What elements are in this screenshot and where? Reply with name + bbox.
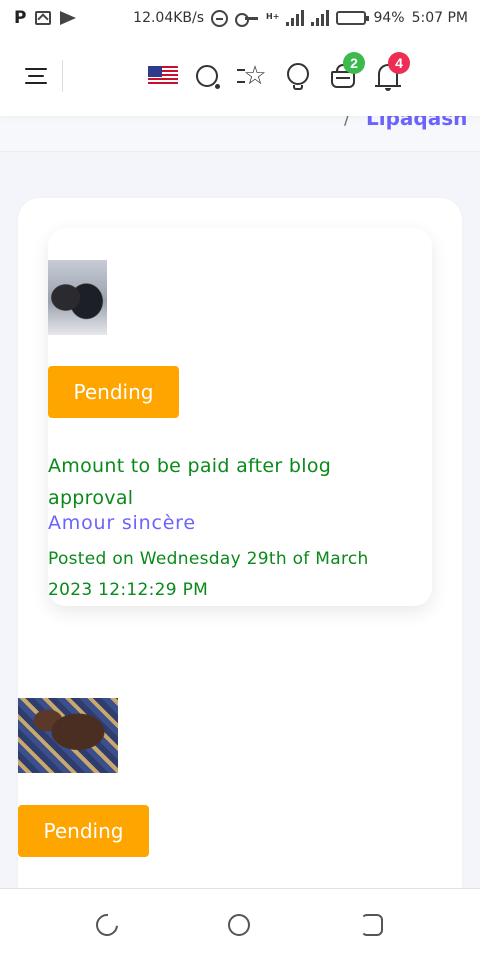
recent-apps-icon[interactable] xyxy=(91,909,123,941)
bulb-icon[interactable] xyxy=(282,60,314,92)
us-flag-icon[interactable] xyxy=(148,66,178,86)
do-not-disturb-icon xyxy=(211,9,229,27)
telegram-icon xyxy=(60,11,77,25)
parking-app-icon: P xyxy=(14,8,27,28)
bell-icon[interactable]: 4 xyxy=(372,52,410,92)
header-divider xyxy=(62,60,63,92)
cart-badge: 2 xyxy=(343,52,365,74)
battery-icon xyxy=(336,11,370,25)
vpn-key-icon xyxy=(235,13,259,27)
posted-date: Posted on Wednesday 29th of March 2023 1… xyxy=(48,549,369,600)
status-bar: P 12.04KB/s H+ 94% 5:07 PM xyxy=(0,0,480,36)
home-icon[interactable] xyxy=(228,914,250,936)
signal-icon xyxy=(286,10,305,26)
app-header: ☆ 2 4 xyxy=(0,36,480,116)
network-type: H+ xyxy=(266,11,280,21)
notification-badge: 4 xyxy=(388,52,410,74)
search-icon[interactable] xyxy=(192,60,224,92)
pending-status-button[interactable]: Pending xyxy=(48,366,179,418)
post-title[interactable]: Amour sincère xyxy=(48,512,196,534)
screenshot-icon xyxy=(35,11,52,25)
back-icon[interactable] xyxy=(361,914,383,936)
amount-note: Amount to be paid after blog approval xyxy=(48,455,332,509)
pending-status-button-2[interactable]: Pending xyxy=(18,805,149,857)
signal-2-icon xyxy=(311,10,330,26)
battery-level: 94% xyxy=(373,10,405,26)
star-icon[interactable]: ☆ xyxy=(237,60,271,92)
menu-icon[interactable] xyxy=(25,68,47,84)
post-thumbnail-2[interactable] xyxy=(18,698,118,773)
system-nav-bar xyxy=(0,888,480,960)
cart-icon[interactable]: 2 xyxy=(327,52,365,92)
clock: 5:07 PM xyxy=(411,10,468,26)
post-thumbnail[interactable] xyxy=(48,260,107,335)
network-speed: 12.04KB/s xyxy=(133,10,205,26)
